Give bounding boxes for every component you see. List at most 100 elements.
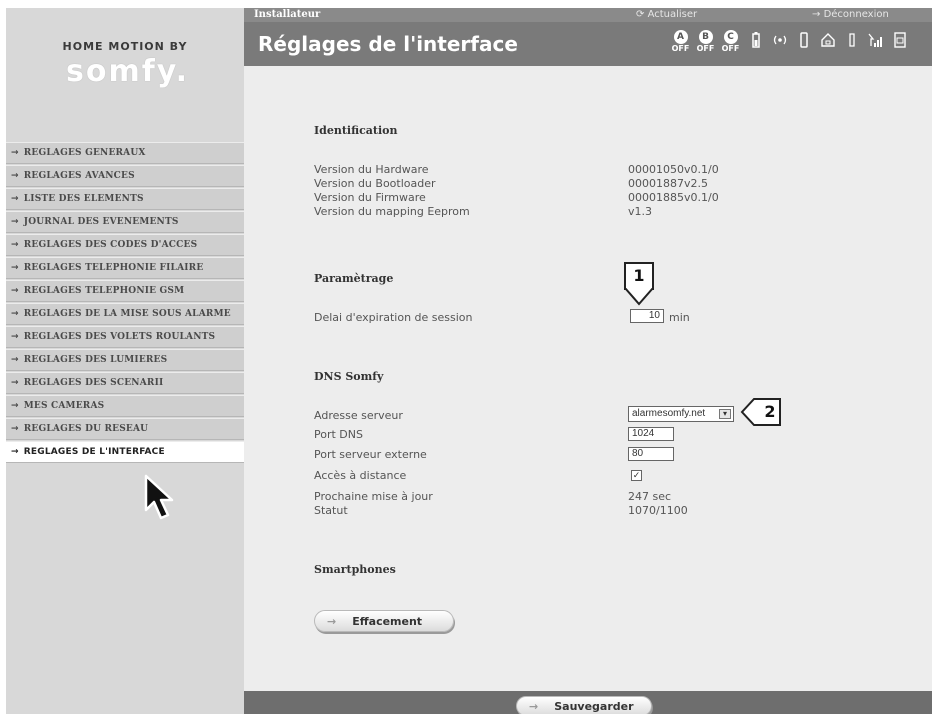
brand-tagline: HOME MOTION BY <box>62 40 188 53</box>
sidebar-item-mise-sous-alarme[interactable]: → REGLAGES DE LA MISE SOUS ALARME <box>6 303 244 325</box>
sidebar-item-label: MES CAMERAS <box>23 401 105 411</box>
sidebar-item-lumieres[interactable]: → REGLAGES DES LUMIERES <box>6 349 244 371</box>
session-timeout-input[interactable]: 10 <box>630 309 664 323</box>
zone-state: OFF <box>696 44 715 53</box>
sidebar-item-telephonie-gsm[interactable]: → REGLAGES TELEPHONIE GSM <box>6 280 244 302</box>
session-timeout-unit: min <box>669 311 690 324</box>
next-update-label: Prochaine mise à jour <box>314 490 433 503</box>
arrow-right-icon: → <box>11 148 19 158</box>
zone-a-status: A OFF <box>668 30 693 54</box>
sidebar: HOME MOTION BY somfy. → REGLAGES GENERAUX… <box>6 8 244 714</box>
sidebar-item-label: REGLAGES GENERAUX <box>23 148 146 158</box>
sidebar-item-reglages-generaux[interactable]: → REGLAGES GENERAUX <box>6 142 244 164</box>
server-address-value: alarmesomfy.net <box>632 408 706 419</box>
radio-signal-icon <box>769 30 791 50</box>
mouse-cursor-icon <box>144 474 174 520</box>
sensor-icon <box>793 30 815 50</box>
top-bar: Installateur ⟳ Actualiser → Déconnexion <box>244 8 932 22</box>
page-title: Réglages de l'interface <box>258 32 518 56</box>
refresh-label: Actualiser <box>647 9 698 20</box>
arrow-right-icon: → <box>11 355 19 365</box>
callout-1-pointer <box>624 288 654 306</box>
sidebar-item-label: REGLAGES DES SCENARII <box>23 378 164 388</box>
zone-state: OFF <box>671 44 690 53</box>
checkmark-icon: ✓ <box>632 471 641 481</box>
arrow-right-icon: → <box>11 217 19 227</box>
identification-title: Identification <box>314 124 398 137</box>
sidebar-item-telephonie-filaire[interactable]: → REGLAGES TELEPHONIE FILAIRE <box>6 257 244 279</box>
sidebar-item-label: REGLAGES DE LA MISE SOUS ALARME <box>23 309 231 319</box>
sidebar-item-reseau[interactable]: → REGLAGES DU RESEAU <box>6 418 244 440</box>
siren-icon <box>841 30 863 50</box>
sidebar-item-interface[interactable]: → REGLAGES DE L'INTERFACE <box>6 441 244 463</box>
arrow-right-icon: → <box>11 447 19 457</box>
bootloader-version-value: 00001887v2.5 <box>628 177 708 190</box>
sidebar-item-label: REGLAGES DES VOLETS ROULANTS <box>23 332 216 342</box>
sidebar-item-label: JOURNAL DES EVENEMENTS <box>23 217 179 227</box>
arrow-right-icon: → <box>812 9 824 20</box>
sidebar-item-label: REGLAGES DES CODES D'ACCES <box>23 240 198 250</box>
erase-button[interactable]: → Effacement <box>314 610 454 632</box>
firmware-version-label: Version du Firmware <box>314 191 426 204</box>
sidebar-item-label: REGLAGES AVANCES <box>23 171 135 181</box>
logout-link[interactable]: → Déconnexion <box>812 9 889 20</box>
remote-access-checkbox[interactable]: ✓ <box>631 470 642 481</box>
chevron-down-icon: ▾ <box>719 409 731 419</box>
zone-letter: A <box>673 30 688 44</box>
logout-label: Déconnexion <box>823 9 889 20</box>
refresh-icon: ⟳ <box>636 9 648 20</box>
eeprom-mapping-value: v1.3 <box>628 205 653 218</box>
sidebar-item-liste-elements[interactable]: → LISTE DES ELEMENTS <box>6 188 244 210</box>
session-timeout-label: Delai d'expiration de session <box>314 311 473 324</box>
arrow-right-icon: → <box>11 401 19 411</box>
arrow-right-icon: → <box>11 194 19 204</box>
dns-title: DNS Somfy <box>314 370 384 383</box>
sidebar-item-reglages-avances[interactable]: → REGLAGES AVANCES <box>6 165 244 187</box>
dns-port-input[interactable]: 1024 <box>628 427 674 441</box>
logo-text: somfy. <box>66 54 189 89</box>
zone-letter: B <box>698 30 713 44</box>
server-address-select[interactable]: alarmesomfy.net ▾ <box>628 406 734 422</box>
sidebar-item-label: REGLAGES DES LUMIERES <box>23 355 168 365</box>
arrow-right-icon: → <box>11 332 19 342</box>
save-button-label: Sauvegarder <box>554 699 634 713</box>
sidebar-item-journal-evenements[interactable]: → JOURNAL DES EVENEMENTS <box>6 211 244 233</box>
somfy-logo: somfy. <box>66 54 189 94</box>
arrow-right-icon: → <box>11 309 19 319</box>
sidebar-item-label: REGLAGES TELEPHONIE GSM <box>23 286 185 296</box>
sidebar-item-label: LISTE DES ELEMENTS <box>23 194 144 204</box>
arrow-right-icon: → <box>11 240 19 250</box>
status-label: Statut <box>314 504 348 517</box>
next-update-value: 247 sec <box>628 490 672 503</box>
sidebar-item-volets-roulants[interactable]: → REGLAGES DES VOLETS ROULANTS <box>6 326 244 348</box>
zone-b-status: B OFF <box>693 30 718 54</box>
bootloader-version-label: Version du Bootloader <box>314 177 436 190</box>
home-icon <box>817 30 839 50</box>
arrow-right-icon: → <box>11 424 19 434</box>
parametrage-title: Paramètrage <box>314 272 394 285</box>
arrow-right-icon: → <box>11 378 19 388</box>
zone-c-status: C OFF <box>718 30 743 54</box>
title-bar: Réglages de l'interface A OFF B OFF C OF… <box>244 22 932 66</box>
arrow-right-icon: → <box>11 286 19 296</box>
sidebar-item-scenarii[interactable]: → REGLAGES DES SCENARII <box>6 372 244 394</box>
refresh-link[interactable]: ⟳ Actualiser <box>636 9 697 20</box>
zone-state: OFF <box>721 44 740 53</box>
callout-1: 1 <box>624 262 654 290</box>
installer-label: Installateur <box>254 9 321 20</box>
sidebar-item-codes-acces[interactable]: → REGLAGES DES CODES D'ACCES <box>6 234 244 256</box>
battery-icon <box>745 30 767 50</box>
sidebar-item-label: REGLAGES DE L'INTERFACE <box>23 447 165 457</box>
external-port-input[interactable]: 80 <box>628 447 674 461</box>
save-button[interactable]: → Sauvegarder <box>516 696 652 714</box>
callout-2: 2 <box>764 402 776 421</box>
arrow-right-icon: → <box>327 614 337 628</box>
sidebar-item-cameras[interactable]: → MES CAMERAS <box>6 395 244 417</box>
eeprom-mapping-label: Version du mapping Eeprom <box>314 205 470 218</box>
status-bar: A OFF B OFF C OFF <box>668 30 930 60</box>
hardware-version-label: Version du Hardware <box>314 163 429 176</box>
main-panel: Identification Version du Hardware 00001… <box>244 66 932 691</box>
smartphones-title: Smartphones <box>314 563 396 576</box>
arrow-right-icon: → <box>529 699 539 713</box>
external-port-label: Port serveur externe <box>314 448 427 461</box>
